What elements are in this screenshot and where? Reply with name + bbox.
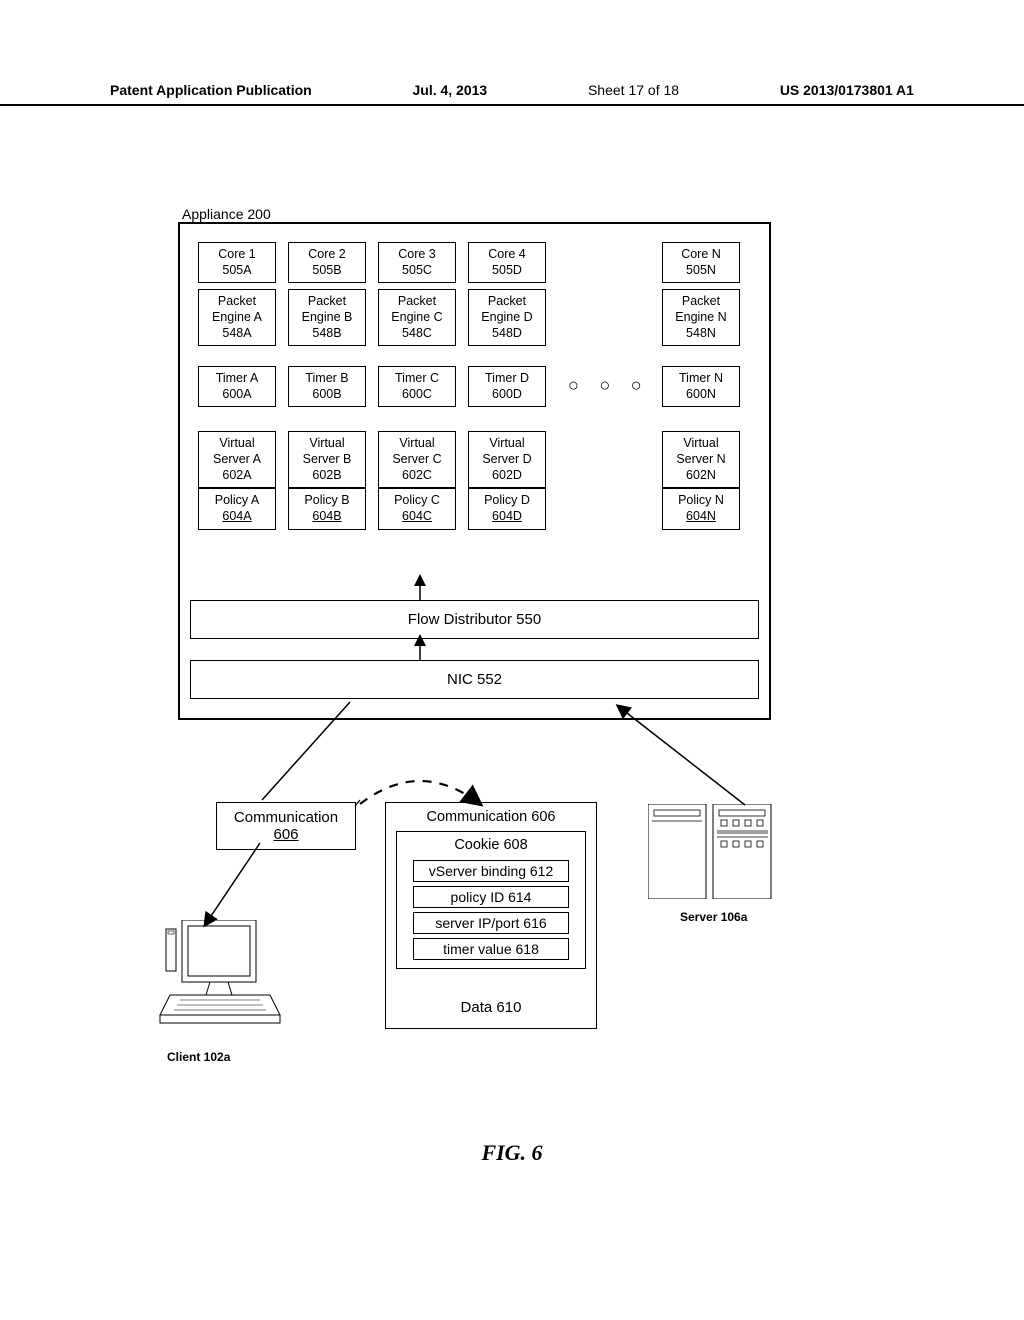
ellipsis-icon: ○ ○ ○ xyxy=(568,375,650,396)
virtual-server-cell: VirtualServer N602N xyxy=(662,431,740,488)
virtual-server-cell: VirtualServer B602B xyxy=(288,431,366,488)
core-column-3: Core 3505C PacketEngine C548C Timer C600… xyxy=(378,222,456,536)
virtual-server-cell: VirtualServer D602D xyxy=(468,431,546,488)
core-cell: Core 1505A xyxy=(198,242,276,283)
flow-distributor-box: Flow Distributor 550 xyxy=(190,600,759,639)
timer-cell: Timer N600N xyxy=(662,366,740,407)
header-left: Patent Application Publication xyxy=(110,82,312,98)
header-date: Jul. 4, 2013 xyxy=(412,82,487,98)
policy-cell: Policy B604B xyxy=(288,488,366,529)
core-cell: Core N505N xyxy=(662,242,740,283)
virtual-server-cell: VirtualServer A602A xyxy=(198,431,276,488)
line-nic-to-comm1 xyxy=(0,700,1024,1060)
page-header: Patent Application Publication Jul. 4, 2… xyxy=(0,82,1024,106)
timer-cell: Timer B600B xyxy=(288,366,366,407)
arrow-flow-to-cores xyxy=(410,578,430,600)
nic-box: NIC 552 xyxy=(190,660,759,699)
core-cell: Core 2505B xyxy=(288,242,366,283)
core-column-n: Core N505N PacketEngine N548N Timer N600… xyxy=(662,222,740,536)
core-column-4: Core 4505D PacketEngine D548D Timer D600… xyxy=(468,222,546,536)
header-sheet: Sheet 17 of 18 xyxy=(588,82,679,98)
policy-cell: Policy A604A xyxy=(198,488,276,529)
policy-cell: Policy C604C xyxy=(378,488,456,529)
core-column-1: Core 1505A PacketEngine A548A Timer A600… xyxy=(198,222,276,536)
packet-engine-cell: PacketEngine A548A xyxy=(198,289,276,346)
arrow-nic-to-flow xyxy=(410,638,430,660)
appliance-label: Appliance 200 xyxy=(182,206,271,222)
packet-engine-cell: PacketEngine C548C xyxy=(378,289,456,346)
core-cell: Core 3505C xyxy=(378,242,456,283)
core-column-2: Core 2505B PacketEngine B548B Timer B600… xyxy=(288,222,366,536)
timer-cell: Timer A600A xyxy=(198,366,276,407)
core-cell: Core 4505D xyxy=(468,242,546,283)
timer-cell: Timer D600D xyxy=(468,366,546,407)
figure-caption: FIG. 6 xyxy=(0,1140,1024,1166)
packet-engine-cell: PacketEngine B548B xyxy=(288,289,366,346)
packet-engine-cell: PacketEngine N548N xyxy=(662,289,740,346)
header-pubno: US 2013/0173801 A1 xyxy=(780,82,914,98)
policy-cell: Policy N604N xyxy=(662,488,740,529)
packet-engine-cell: PacketEngine D548D xyxy=(468,289,546,346)
policy-cell: Policy D604D xyxy=(468,488,546,529)
timer-cell: Timer C600C xyxy=(378,366,456,407)
virtual-server-cell: VirtualServer C602C xyxy=(378,431,456,488)
